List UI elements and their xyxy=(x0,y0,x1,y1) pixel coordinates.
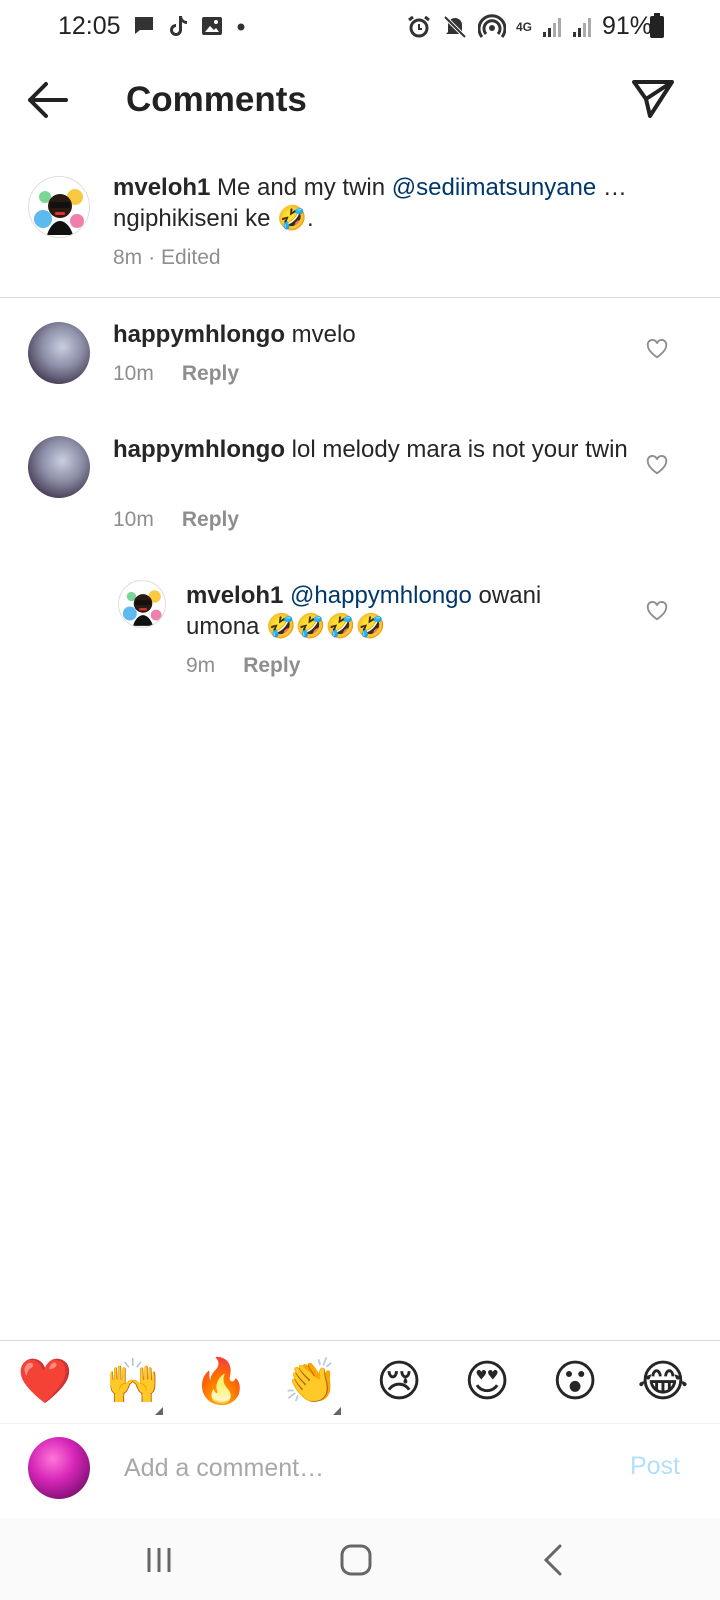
page-title: Comments xyxy=(126,80,307,119)
comment-meta: 10m Reply xyxy=(113,362,239,386)
comment-composer: Post xyxy=(0,1424,720,1518)
caption-text: mveloh1 Me and my twin @sediimatsunyane … xyxy=(113,172,673,234)
comment-body: lol melody mara is not your twin xyxy=(284,436,628,463)
comment-timestamp: 9m xyxy=(186,654,216,677)
heart-icon[interactable] xyxy=(646,338,668,360)
status-time: 12:05 xyxy=(58,12,121,40)
recent-apps-icon[interactable] xyxy=(137,1540,181,1580)
profile-picture-icon xyxy=(122,590,162,626)
heart-icon[interactable] xyxy=(646,600,668,622)
emoji-variant-indicator xyxy=(333,1407,341,1415)
caption-body: Me and my twin xyxy=(210,174,392,201)
comment-meta: 10m Reply xyxy=(113,508,239,532)
edited-label: · Edited xyxy=(148,246,221,269)
status-notification-icons xyxy=(132,14,246,38)
signal-icon xyxy=(542,17,561,37)
tiktok-icon xyxy=(170,16,187,36)
comment-meta: 9m Reply xyxy=(186,654,300,678)
heart-icon[interactable] xyxy=(646,454,668,476)
comment-timestamp: 10m xyxy=(113,362,154,385)
avatar[interactable] xyxy=(118,580,166,628)
avatar[interactable] xyxy=(28,436,90,498)
emoji-heart-button[interactable]: ❤️ xyxy=(16,1353,74,1411)
hotspot-icon xyxy=(477,13,506,38)
emoji-variant-indicator xyxy=(155,1407,163,1415)
mute-icon xyxy=(443,15,467,38)
profile-picture-icon xyxy=(34,189,84,235)
dot-icon xyxy=(237,23,245,31)
caption-meta: 8m · Edited xyxy=(113,246,221,270)
comment-username[interactable]: mveloh1 xyxy=(186,582,283,609)
alarm-icon xyxy=(408,15,430,37)
gallery-icon xyxy=(202,17,222,35)
system-nav-bar xyxy=(0,1518,720,1600)
emoji-quick-bar: ❤️ 🙌 🔥 👏 😢 😍 😮 😂 xyxy=(0,1340,720,1424)
network-4g-icon: 4G xyxy=(515,19,532,34)
comment-body: mvelo xyxy=(284,321,356,348)
comment-input[interactable] xyxy=(124,1446,594,1490)
comment-text: mveloh1 @happymhlongo owani umona 🤣🤣🤣🤣 xyxy=(186,580,616,642)
caption-username[interactable]: mveloh1 xyxy=(113,174,210,201)
emoji-crying-button[interactable]: 😢 xyxy=(370,1353,428,1411)
comment-text: happymhlongo lol melody mara is not your… xyxy=(113,434,633,465)
emoji-raised-hands-button[interactable]: 🙌 xyxy=(104,1353,162,1411)
comments-header: Comments xyxy=(0,56,720,146)
paper-plane-icon[interactable] xyxy=(630,76,676,122)
avatar xyxy=(28,1437,90,1499)
avatar[interactable] xyxy=(28,176,90,238)
post-caption: mveloh1 Me and my twin @sediimatsunyane … xyxy=(0,146,720,298)
emoji-heart-eyes-button[interactable]: 😍 xyxy=(458,1353,516,1411)
signal-icon xyxy=(572,17,591,37)
status-system-icons: 4G 91% xyxy=(406,12,652,41)
reply-button[interactable]: Reply xyxy=(182,362,239,386)
arrow-left-icon[interactable] xyxy=(24,78,72,122)
emoji-tears-of-joy-button[interactable]: 😂 xyxy=(634,1353,692,1411)
reply-button[interactable]: Reply xyxy=(243,654,300,678)
comment-username[interactable]: happymhlongo xyxy=(113,436,285,463)
battery-percentage: 91% xyxy=(601,12,652,40)
reply-button[interactable]: Reply xyxy=(182,508,239,532)
message-icon xyxy=(135,17,153,34)
post-button[interactable]: Post xyxy=(630,1452,680,1481)
emoji-clapping-button[interactable]: 👏 xyxy=(282,1353,340,1411)
comment-text: happymhlongo mvelo xyxy=(113,319,633,350)
battery-icon xyxy=(650,13,664,38)
caption-timestamp: 8m xyxy=(113,246,143,269)
status-bar: 12:05 4G 91% xyxy=(0,0,720,56)
emoji-fire-button[interactable]: 🔥 xyxy=(192,1353,250,1411)
comment-username[interactable]: happymhlongo xyxy=(113,321,285,348)
back-icon[interactable] xyxy=(532,1540,576,1580)
home-icon[interactable] xyxy=(334,1540,378,1580)
emoji-surprised-button[interactable]: 😮 xyxy=(546,1353,604,1411)
caption-mention[interactable]: @sediimatsunyane xyxy=(392,174,596,201)
comment-mention[interactable]: @happymhlongo xyxy=(290,582,472,609)
avatar[interactable] xyxy=(28,322,90,384)
comment-timestamp: 10m xyxy=(113,508,154,531)
